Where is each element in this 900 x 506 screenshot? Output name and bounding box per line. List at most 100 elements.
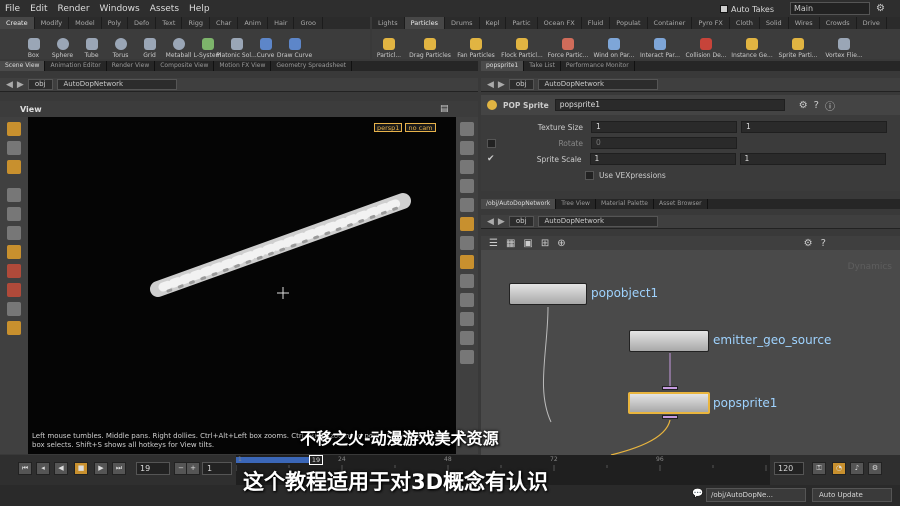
tool-interact-particles[interactable]: Interact Par... — [638, 38, 682, 59]
audio-icon[interactable]: ♪ — [850, 462, 864, 475]
back-arrow-icon[interactable]: ◀ — [6, 80, 13, 90]
net-back-arrow-icon[interactable]: ◀ — [487, 217, 494, 227]
menu-render[interactable]: Render — [53, 4, 95, 14]
tab-composite-view[interactable]: Composite View — [155, 61, 215, 71]
wireframe-icon[interactable] — [460, 198, 474, 212]
stop-button[interactable]: ■ — [74, 462, 88, 475]
end-frame-field[interactable]: 120 — [774, 462, 804, 475]
magnet-icon[interactable] — [7, 283, 21, 297]
keyframe-icon[interactable]: ⚿ — [812, 462, 826, 475]
shelf-tab-particles[interactable]: Particles — [404, 17, 446, 29]
shelf-tab-poly[interactable]: Poly — [102, 17, 129, 29]
param-path-obj[interactable]: obj — [508, 79, 534, 90]
network-editor[interactable]: Dynamics popobject1 emitter_geo_source p… — [481, 250, 900, 455]
shelf-tab-ocean[interactable]: Ocean FX — [538, 17, 582, 29]
net-forward-arrow-icon[interactable]: ▶ — [498, 217, 505, 227]
path-network[interactable]: AutoDopNetwork — [56, 79, 177, 90]
tab-render-view[interactable]: Render View — [107, 61, 156, 71]
list-icon[interactable]: ☰ — [489, 238, 498, 249]
shelf-tab-crowds[interactable]: Crowds — [820, 17, 857, 29]
tool-box[interactable]: Box — [20, 38, 47, 59]
shelf-tab-create[interactable]: Create — [0, 17, 35, 29]
shelf-tab-kepl[interactable]: Kepl — [480, 17, 507, 29]
view-menu-icon[interactable]: ▤ — [440, 104, 449, 114]
tool-draw-curve[interactable]: Draw Curve — [277, 38, 312, 59]
tab-tree-view[interactable]: Tree View — [556, 199, 596, 209]
persp-menu[interactable]: persp1 — [374, 123, 403, 132]
shading-icon[interactable] — [460, 179, 474, 193]
jump-end-button[interactable]: ⏭ — [112, 462, 126, 475]
tab-scene-view[interactable]: Scene View — [0, 61, 46, 71]
shelf-tab-grooming[interactable]: Groo — [294, 17, 323, 29]
tab-network-view[interactable]: /obj/AutoDopNetwork — [481, 199, 557, 209]
shelf-tab-animation[interactable]: Anim — [238, 17, 269, 29]
net-gear-icon[interactable]: ⚙ — [804, 238, 813, 249]
param-path-network[interactable]: AutoDopNetwork — [537, 79, 658, 90]
display-options-icon[interactable] — [460, 160, 474, 174]
current-frame-field[interactable]: 19 — [136, 462, 170, 475]
template-icon[interactable] — [460, 331, 474, 345]
tool-metaball[interactable]: Metaball — [165, 38, 192, 59]
shelf-menu-icon[interactable]: ⚙ — [876, 3, 885, 14]
param-back-arrow-icon[interactable]: ◀ — [487, 80, 494, 90]
pose-tool-icon[interactable] — [7, 245, 21, 259]
tree-icon[interactable]: ⊞ — [541, 238, 549, 249]
shelf-tab-pyro[interactable]: Pyro FX — [692, 17, 730, 29]
camera-icon[interactable] — [460, 122, 474, 136]
tool-flock-particles[interactable]: Flock Particl... — [500, 38, 544, 59]
menu-help[interactable]: Help — [184, 4, 215, 14]
shelf-tab-rigging[interactable]: Rigg — [182, 17, 211, 29]
shelf-tab-characters[interactable]: Char — [210, 17, 239, 29]
net-path-obj[interactable]: obj — [508, 216, 534, 227]
menu-file[interactable]: File — [0, 4, 25, 14]
node-name-field[interactable]: popsprite1 — [554, 99, 785, 111]
shelf-tab-solid[interactable]: Solid — [760, 17, 789, 29]
tool-force-particles[interactable]: Force Partic... — [546, 38, 590, 59]
grid-view-icon[interactable]: ▣ — [523, 238, 532, 249]
tab-popsprite1[interactable]: popsprite1 — [481, 61, 525, 71]
auto-takes-checkbox[interactable] — [720, 5, 728, 13]
tool-grid[interactable]: Grid — [136, 38, 163, 59]
move-tool-icon[interactable] — [7, 141, 21, 155]
menu-windows[interactable]: Windows — [95, 4, 145, 14]
sprite-scale-y[interactable]: 1 — [739, 153, 886, 165]
shelf-tab-deform[interactable]: Defo — [128, 17, 157, 29]
shelf-tab-drive[interactable]: Drive — [857, 17, 887, 29]
snap-icon[interactable] — [7, 302, 21, 316]
tab-animation-editor[interactable]: Animation Editor — [45, 61, 107, 71]
node-popobject1[interactable] — [509, 283, 587, 305]
texture-size-y[interactable]: 1 — [741, 121, 887, 133]
sprite-scale-x[interactable]: 1 — [589, 153, 736, 165]
path-obj[interactable]: obj — [27, 79, 53, 90]
layout-icon[interactable]: ▦ — [506, 238, 515, 249]
output-connector[interactable] — [662, 415, 678, 419]
speech-icon[interactable]: 💬 — [692, 489, 703, 499]
tab-material-palette[interactable]: Material Palette — [596, 199, 654, 209]
auto-takes-toggle[interactable]: Auto Takes — [720, 3, 790, 15]
shelf-tab-hair[interactable]: Hair — [268, 17, 295, 29]
param-forward-arrow-icon[interactable]: ▶ — [498, 80, 505, 90]
rotate-tool-icon[interactable] — [7, 207, 21, 221]
realtime-icon[interactable]: ◔ — [832, 462, 846, 475]
tool-collision-detect[interactable]: Collision De... — [684, 38, 728, 59]
gear-icon[interactable]: ⚙ — [799, 100, 808, 111]
frame-increment-button[interactable]: + — [186, 462, 200, 475]
sprite-display-icon[interactable] — [460, 255, 474, 269]
tab-take-list[interactable]: Take List — [524, 61, 561, 71]
menu-edit[interactable]: Edit — [25, 4, 52, 14]
select-tool-icon[interactable] — [7, 122, 21, 136]
rotate-field[interactable]: 0 — [591, 137, 737, 149]
shelf-tab-container[interactable]: Container — [648, 17, 693, 29]
play-button[interactable]: ▶ — [94, 462, 108, 475]
node-emitter-geo-source[interactable] — [629, 330, 709, 352]
shelf-tab-cloth[interactable]: Cloth — [730, 17, 760, 29]
auto-update-menu[interactable]: Auto Update — [812, 488, 892, 502]
shelf-tab-model[interactable]: Model — [69, 17, 102, 29]
points-icon[interactable] — [460, 217, 474, 231]
cam-menu[interactable]: no cam — [405, 123, 436, 132]
scene-viewport[interactable]: persp1 no cam Left mouse tumbles. Middle… — [28, 117, 456, 454]
info-icon[interactable]: ⓘ — [825, 98, 835, 113]
snapshot-icon[interactable] — [460, 274, 474, 288]
scale-tool-icon[interactable] — [7, 226, 21, 240]
timeline-settings-icon[interactable]: ⚙ — [868, 462, 882, 475]
